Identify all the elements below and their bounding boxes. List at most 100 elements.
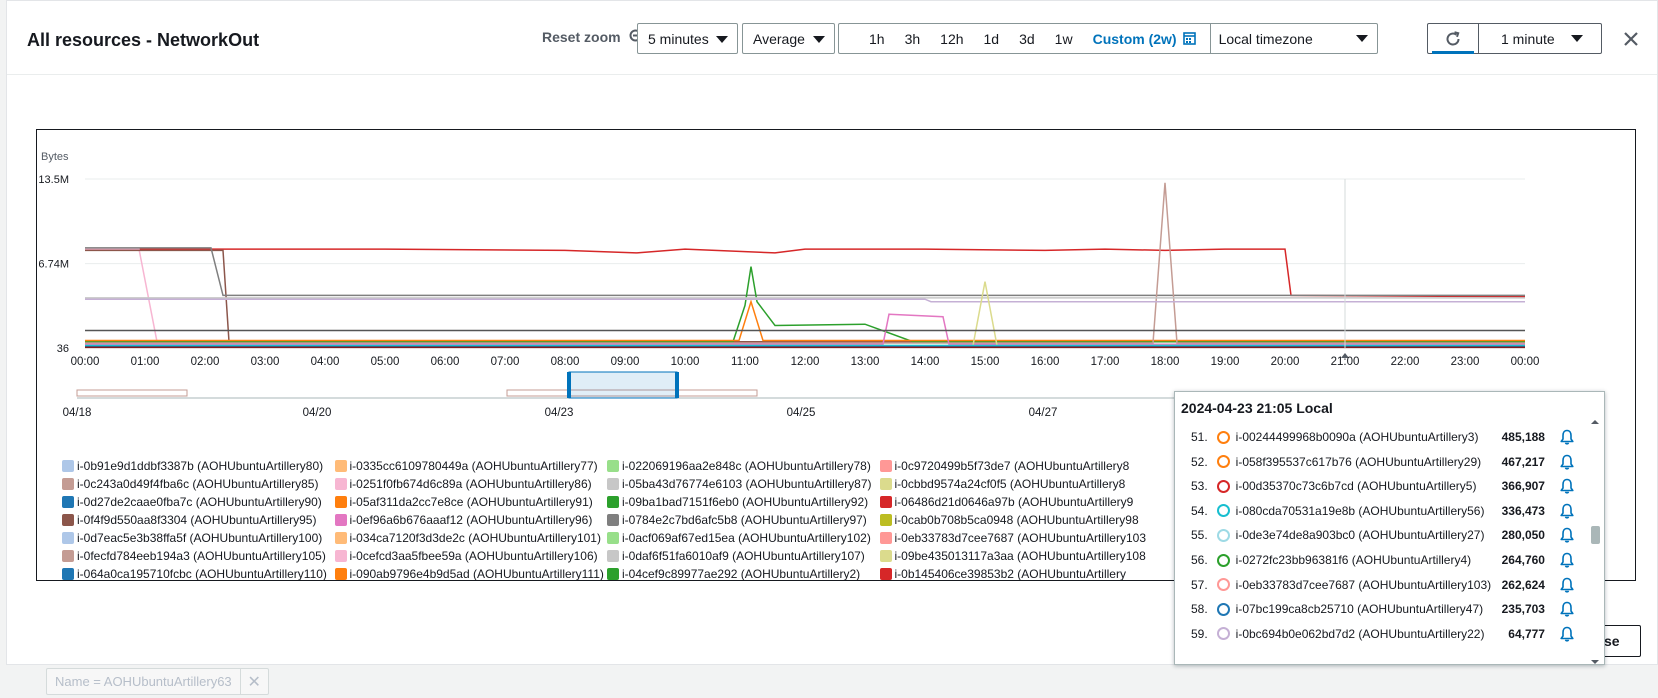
create-alarm-bell-icon[interactable]	[1559, 478, 1575, 494]
legend-item[interactable]: i-0eb33783d7cee7687 (AOHUbuntuArtillery1…	[879, 531, 1153, 545]
legend-item[interactable]: i-0c243a0d49f4fba6c (AOHUbuntuArtillery8…	[62, 477, 335, 491]
legend-label: i-09be435013117a3aa (AOHUbuntuArtillery1…	[894, 549, 1146, 563]
legend-item[interactable]: i-05ba43d76774e6103 (AOHUbuntuArtillery8…	[607, 477, 880, 491]
x-tick-label: 06:00	[431, 356, 460, 368]
tooltip-row-name: i-07bc199ca8cb25710 (AOHUbuntuArtillery4…	[1235, 602, 1484, 617]
x-tick-label: 14:00	[911, 356, 940, 368]
legend-item[interactable]: i-0b91e9d1ddbf3387b (AOHUbuntuArtillery8…	[62, 459, 335, 473]
create-alarm-bell-icon[interactable]	[1559, 503, 1575, 519]
legend-item[interactable]: i-0daf6f51fa6010af9 (AOHUbuntuArtillery1…	[607, 549, 880, 563]
legend-item[interactable]: i-064a0ca195710fcbc (AOHUbuntuArtillery1…	[62, 567, 335, 581]
legend-item[interactable]: i-09ba1bad7151f6eb0 (AOHUbuntuArtillery9…	[607, 495, 880, 509]
legend-swatch	[334, 550, 347, 562]
legend-item[interactable]: i-0251f0fb674d6c89a (AOHUbuntuArtillery8…	[334, 477, 608, 491]
legend-label: i-05af311da2cc7e8ce (AOHUbuntuArtillery9…	[349, 495, 593, 509]
legend-item[interactable]: i-034ca7120f3d3de2c (AOHUbuntuArtillery1…	[334, 531, 608, 545]
time-range-selector: 1h 3h 12h 1d 3d 1w Custom (2w) Local tim…	[838, 23, 1378, 54]
legend-label: i-04cef9c89977ae292 (AOHUbuntuArtillery2…	[622, 567, 861, 581]
period-select[interactable]: 5 minutes	[637, 23, 738, 54]
overview-tick-label: 04/25	[787, 407, 816, 419]
statistic-value: Average	[753, 30, 805, 47]
legend-swatch	[334, 460, 347, 472]
series-line-pink-2	[85, 313, 1525, 345]
tooltip-row-index: 51.	[1190, 430, 1208, 444]
tooltip-row-value: 336,473	[1501, 503, 1545, 518]
background-filter-token: Name = AOHUbuntuArtillery63 ✕	[46, 668, 269, 695]
legend-item[interactable]: i-090ab9796e4b9d5ad (AOHUbuntuArtillery1…	[334, 567, 608, 580]
legend-swatch	[879, 550, 892, 562]
series-line-gray-1	[85, 247, 1525, 297]
legend-item[interactable]: i-0cab0b708b5ca0948 (AOHUbuntuArtillery9…	[879, 513, 1153, 527]
range-12h[interactable]: 12h	[930, 31, 973, 47]
legend-row: i-0c243a0d49f4fba6c (AOHUbuntuArtillery8…	[62, 475, 1152, 493]
tooltip-row-index: 56.	[1190, 553, 1208, 567]
range-custom[interactable]: Custom (2w)	[1083, 31, 1206, 47]
legend-item[interactable]: i-09be435013117a3aa (AOHUbuntuArtillery1…	[879, 549, 1153, 563]
refresh-button[interactable]	[1427, 23, 1479, 54]
tooltip-row-name: i-0bc694b0e062bd7d2 (AOHUbuntuArtillery2…	[1235, 626, 1485, 641]
legend-item[interactable]: i-0c9720499b5f73de7 (AOHUbuntuArtillery8	[879, 459, 1153, 473]
legend-item[interactable]: i-0cbbd9574a24cf0f5 (AOHUbuntuArtillery8	[879, 477, 1153, 491]
range-custom-label: Custom (2w)	[1092, 30, 1177, 47]
legend-label: i-0cefcd3aa5fbee59a (AOHUbuntuArtillery1…	[349, 549, 598, 563]
create-alarm-bell-icon[interactable]	[1559, 626, 1575, 642]
statistic-select[interactable]: Average	[742, 23, 835, 54]
tooltip-row-index: 58.	[1190, 602, 1208, 617]
legend-label: i-034ca7120f3d3de2c (AOHUbuntuArtillery1…	[349, 531, 601, 545]
reset-zoom-button[interactable]: Reset zoom	[542, 29, 645, 45]
legend-item[interactable]: i-0d27de2caae0fba7c (AOHUbuntuArtillery9…	[62, 495, 335, 509]
range-3d[interactable]: 3d	[1009, 31, 1045, 47]
series-circle-icon	[1216, 553, 1230, 567]
legend-item[interactable]: i-0335cc6109780449a (AOHUbuntuArtillery7…	[334, 459, 608, 473]
legend-swatch	[334, 496, 347, 508]
legend-item[interactable]: i-0fecfd784eeb194a3 (AOHUbuntuArtillery1…	[62, 549, 335, 563]
close-button[interactable]: se	[1599, 625, 1641, 657]
legend-label: i-0c9720499b5f73de7 (AOHUbuntuArtillery8	[894, 459, 1130, 473]
x-tick-label: 13:00	[851, 356, 880, 368]
legend-item[interactable]: i-0acf069af67ed15ea (AOHUbuntuArtillery1…	[607, 531, 880, 545]
refresh-interval-select[interactable]: 1 minute	[1479, 23, 1602, 54]
legend-item[interactable]: i-0cefcd3aa5fbee59a (AOHUbuntuArtillery1…	[334, 549, 608, 563]
overview-brush[interactable]	[568, 371, 678, 399]
create-alarm-bell-icon[interactable]	[1559, 601, 1575, 617]
metric-enlarged-modal: All resources - NetworkOut Reset zoom 5 …	[6, 0, 1658, 665]
tooltip-scroll-thumb[interactable]	[1591, 526, 1600, 544]
create-alarm-bell-icon[interactable]	[1559, 577, 1575, 593]
legend-swatch	[334, 478, 347, 490]
legend-label: i-064a0ca195710fcbc (AOHUbuntuArtillery1…	[77, 567, 327, 581]
legend-item[interactable]: i-0f4f9d550aa8f3304 (AOHUbuntuArtillery9…	[62, 513, 335, 527]
x-tick-label: 12:00	[791, 356, 820, 368]
brush-handle[interactable]	[567, 372, 571, 398]
timezone-select[interactable]: Local timezone	[1211, 24, 1377, 53]
legend-item[interactable]: i-05af311da2cc7e8ce (AOHUbuntuArtillery9…	[334, 495, 608, 509]
range-1h[interactable]: 1h	[839, 31, 895, 47]
create-alarm-bell-icon[interactable]	[1559, 552, 1575, 568]
close-modal-icon[interactable]	[1621, 29, 1641, 49]
x-tick-label: 11:00	[731, 356, 759, 368]
legend-item[interactable]: i-0784e2c7bd6afc5b8 (AOHUbuntuArtillery9…	[607, 513, 880, 527]
legend-label: i-0c243a0d49f4fba6c (AOHUbuntuArtillery8…	[77, 477, 319, 491]
legend-swatch	[607, 460, 619, 472]
legend-item[interactable]: i-0b145406ce39853b2 (AOHUbuntuArtillery	[879, 567, 1153, 580]
tooltip-row-name: i-058f395537c617b76 (AOHUbuntuArtillery2…	[1235, 454, 1482, 469]
range-1w[interactable]: 1w	[1045, 31, 1083, 47]
range-1d[interactable]: 1d	[974, 31, 1010, 47]
brush-handle[interactable]	[675, 372, 679, 398]
legend-item[interactable]: i-0d7eac5e3b38ffa5f (AOHUbuntuArtillery1…	[62, 531, 335, 545]
tooltip-row: 59. i-0bc694b0e062bd7d2 (AOHUbuntuArtille…	[1175, 621, 1575, 647]
create-alarm-bell-icon[interactable]	[1559, 429, 1575, 445]
y-tick-label: 36	[57, 343, 69, 355]
tooltip-row-name: i-0de3e74de8a903bc0 (AOHUbuntuArtillery2…	[1235, 528, 1485, 543]
legend-item[interactable]: i-06486d21d0646a97b (AOHUbuntuArtillery9	[879, 495, 1153, 509]
legend-item[interactable]: i-022069196aa2e848c (AOHUbuntuArtillery7…	[607, 459, 880, 473]
x-tick-label: 09:00	[611, 356, 640, 368]
create-alarm-bell-icon[interactable]	[1559, 454, 1575, 470]
tooltip-row: 54. i-080cda70531a19e8b (AOHUbuntuArtille…	[1175, 498, 1575, 524]
tooltip-scrollbar[interactable]	[1586, 420, 1604, 664]
legend-item[interactable]: i-04cef9c89977ae292 (AOHUbuntuArtillery2…	[607, 567, 880, 581]
tooltip-row-value: 467,217	[1501, 454, 1545, 469]
create-alarm-bell-icon[interactable]	[1559, 527, 1575, 543]
range-3h[interactable]: 3h	[895, 31, 931, 47]
legend-item[interactable]: i-0ef96a6b676aaaf12 (AOHUbuntuArtillery9…	[334, 513, 608, 527]
tooltip-row-value: 64,777	[1508, 626, 1545, 641]
